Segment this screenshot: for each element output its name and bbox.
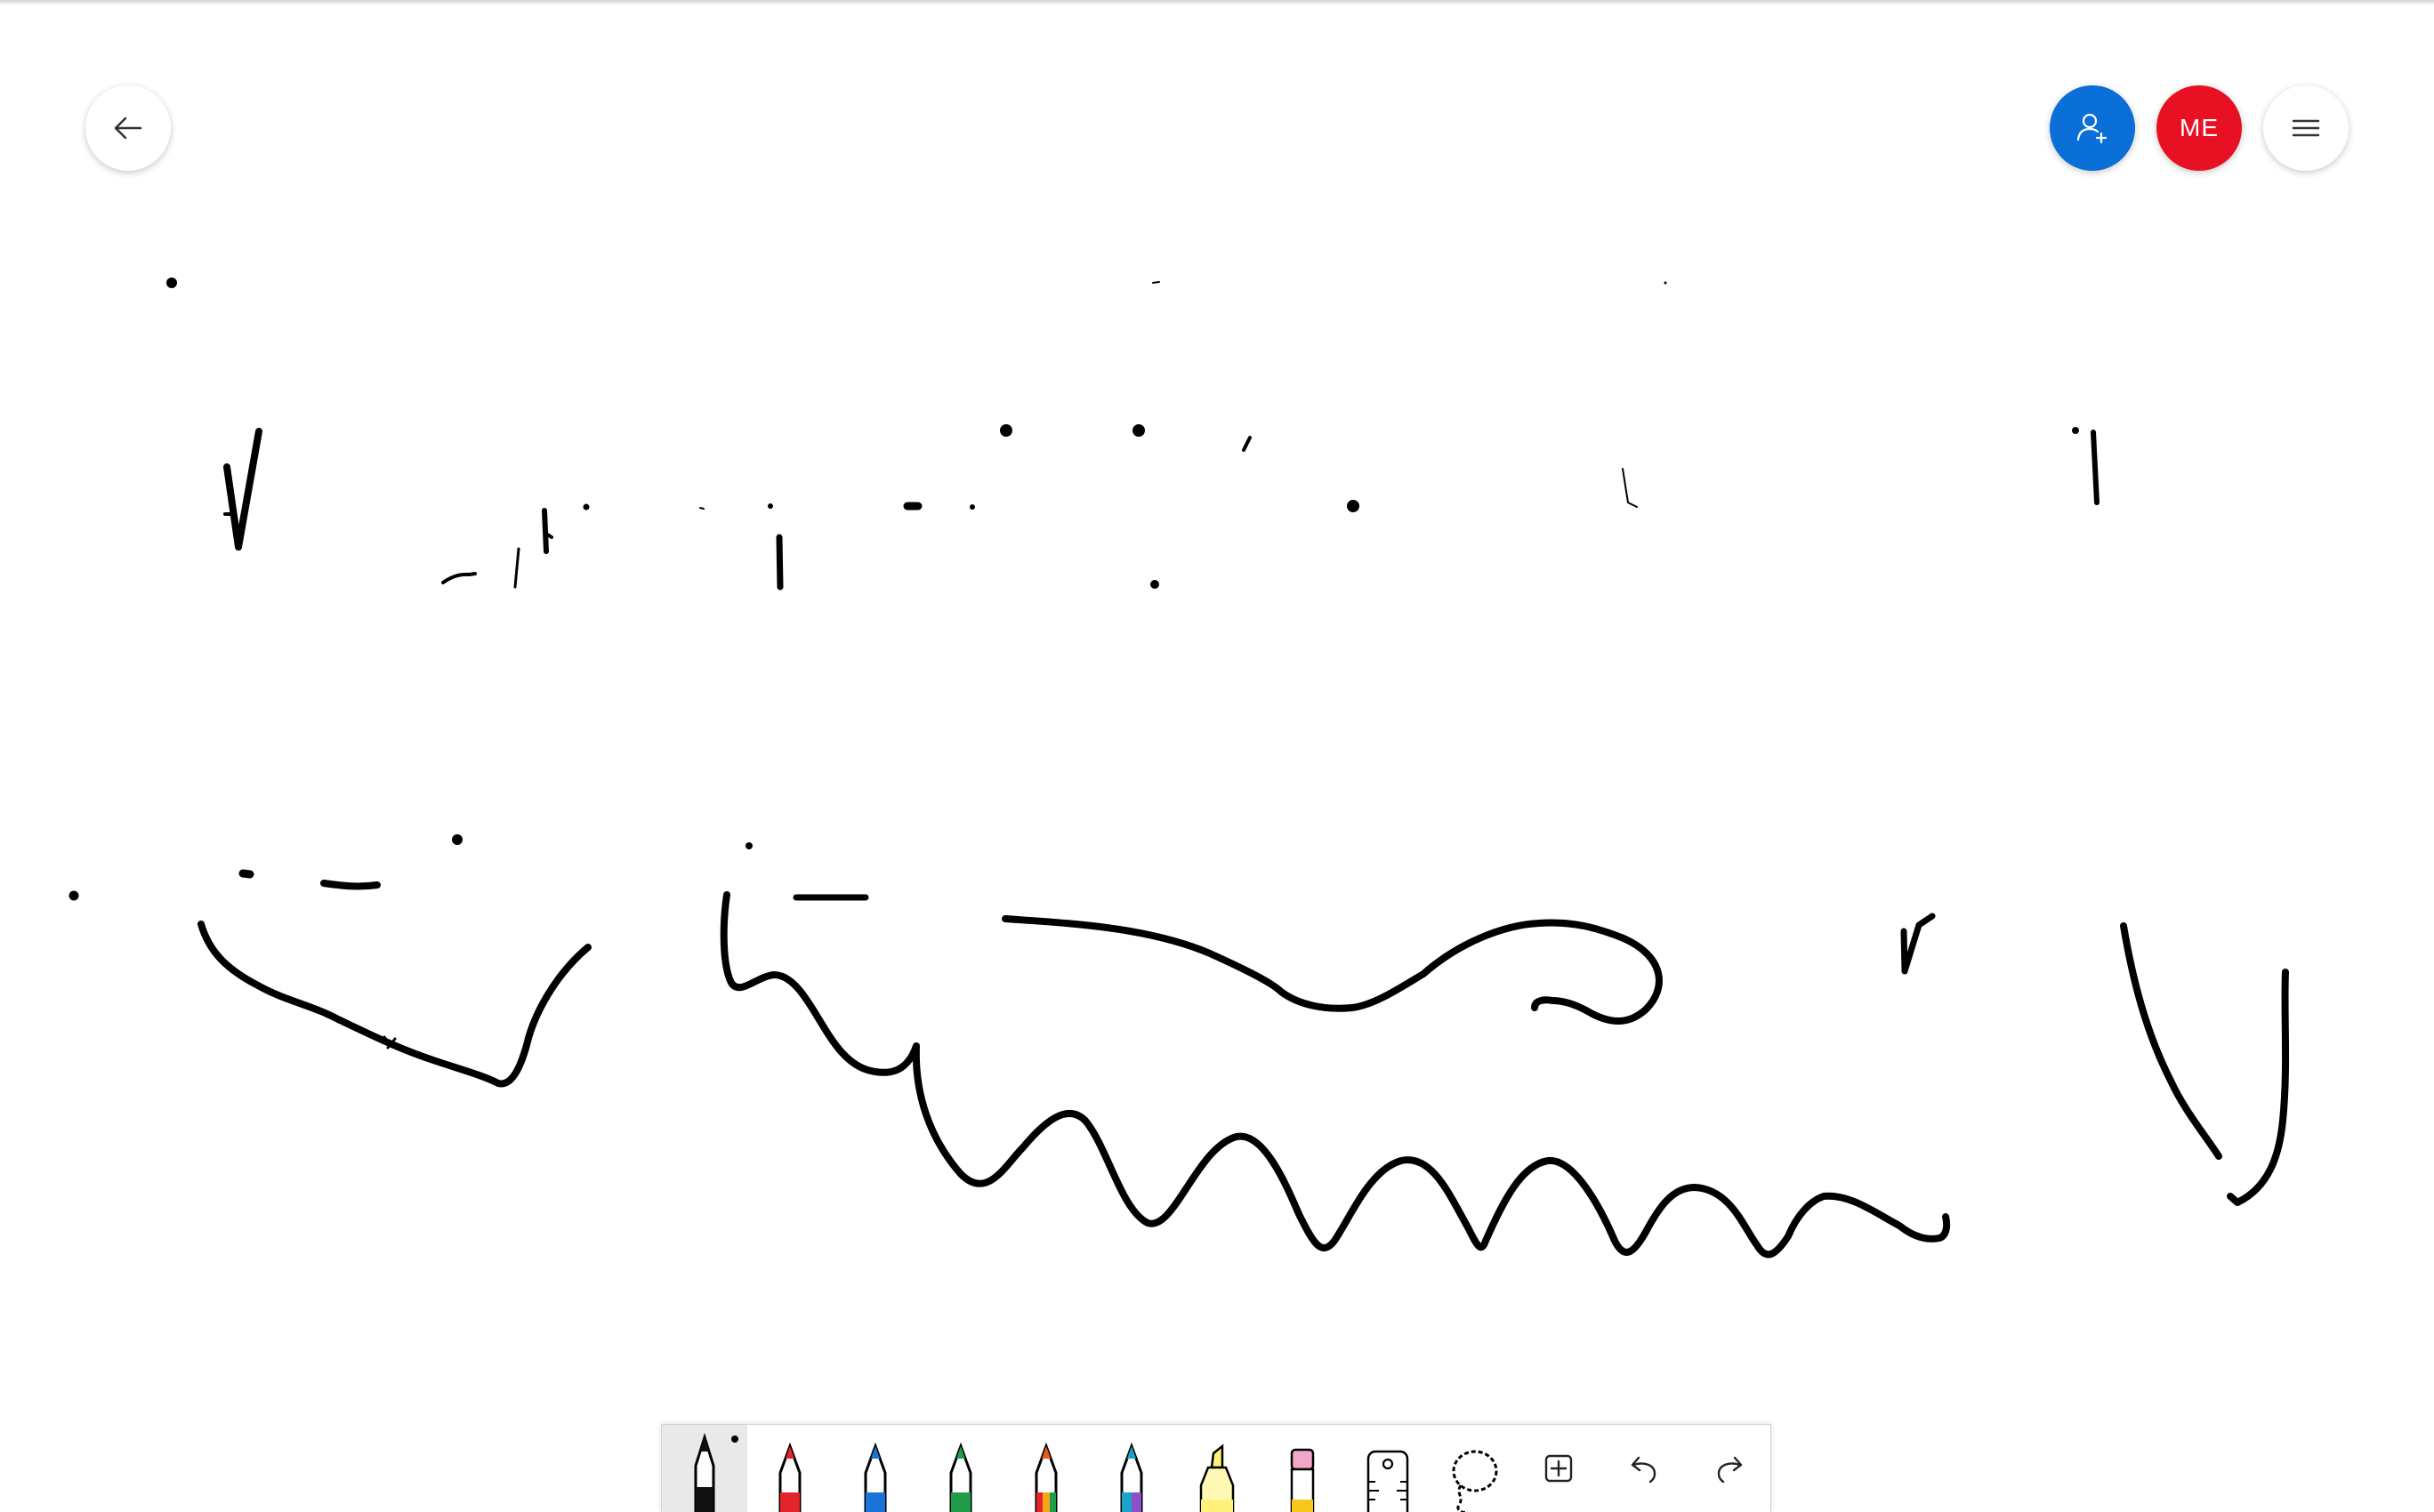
ink-stroke [2091, 430, 2100, 505]
whiteboard-app: ME [0, 0, 2434, 1512]
ink-stroke [542, 508, 549, 554]
tool-pen-galaxy[interactable] [1089, 1425, 1174, 1512]
red-pen-icon [778, 1442, 802, 1512]
ink-dot [166, 277, 177, 288]
ink-stroke [2227, 969, 2290, 1206]
tool-highlighter[interactable] [1174, 1425, 1260, 1512]
ink-dots [69, 277, 2079, 901]
ink-stroke [699, 507, 705, 510]
ink-stroke [1622, 468, 1638, 508]
tool-pen-green[interactable] [918, 1425, 1003, 1512]
back-button[interactable] [85, 85, 171, 171]
undo-button[interactable] [1601, 1425, 1687, 1512]
tool-eraser[interactable] [1260, 1425, 1345, 1512]
ink-dot [768, 503, 773, 509]
ink-stroke [223, 428, 262, 551]
person-add-icon [2076, 113, 2108, 144]
ink-stroke [441, 572, 477, 584]
ink-dot [583, 503, 590, 511]
ink-dot [1347, 500, 1359, 512]
ink-dot [2072, 427, 2079, 434]
tool-lasso-select[interactable] [1431, 1425, 1516, 1512]
ink-stroke [1002, 915, 1663, 1025]
ink-stroke [1152, 281, 1160, 284]
ink-dot [970, 504, 975, 510]
hamburger-menu-icon [2292, 119, 2320, 137]
arrow-left-icon [114, 117, 142, 140]
ink-stroke [197, 921, 592, 1088]
redo-button[interactable] [1687, 1425, 1772, 1512]
avatar-initials: ME [2180, 114, 2219, 141]
ink-dot [1664, 281, 1667, 285]
tool-pen-black[interactable] [662, 1425, 747, 1512]
lasso-select-icon [1452, 1450, 1498, 1512]
selected-indicator-dot [731, 1436, 738, 1443]
galaxy-pen-icon [1120, 1442, 1143, 1512]
eraser-icon [1290, 1448, 1315, 1512]
ink-stroke [720, 891, 1951, 1259]
tool-pen-blue[interactable] [833, 1425, 918, 1512]
settings-menu-button[interactable] [2263, 85, 2349, 171]
ink-toolbar [661, 1424, 1771, 1512]
ink-stroke [776, 534, 784, 591]
ink-stroke [238, 869, 254, 879]
ink-stroke [1900, 913, 1936, 975]
ink-dot [69, 890, 79, 901]
ink-dot [452, 834, 463, 845]
black-pen-icon [694, 1432, 715, 1512]
redo-icon [1717, 1456, 1743, 1484]
tool-pen-red[interactable] [747, 1425, 833, 1512]
insert-button[interactable] [1516, 1425, 1601, 1512]
ink-stroke [513, 547, 520, 589]
ink-dot [1150, 580, 1159, 589]
tool-ruler[interactable] [1345, 1425, 1431, 1512]
ink-dot [1000, 424, 1012, 437]
rainbow-pen-icon [1035, 1442, 1058, 1512]
ink-stroke [320, 880, 381, 890]
ink-stroke [1242, 436, 1252, 452]
undo-icon [1631, 1456, 1656, 1484]
highlighter-icon [1199, 1444, 1235, 1512]
add-content-icon [1544, 1454, 1573, 1483]
ink-canvas[interactable] [0, 0, 2434, 1512]
invite-people-button[interactable] [2050, 85, 2135, 171]
ink-dot [746, 842, 753, 849]
ruler-icon [1366, 1450, 1409, 1512]
tool-pen-rainbow[interactable] [1003, 1425, 1089, 1512]
ink-dot [1132, 424, 1145, 437]
ink-stroke [2120, 922, 2222, 1160]
user-avatar-button[interactable]: ME [2156, 85, 2242, 171]
green-pen-icon [949, 1442, 972, 1512]
blue-pen-icon [864, 1442, 887, 1512]
